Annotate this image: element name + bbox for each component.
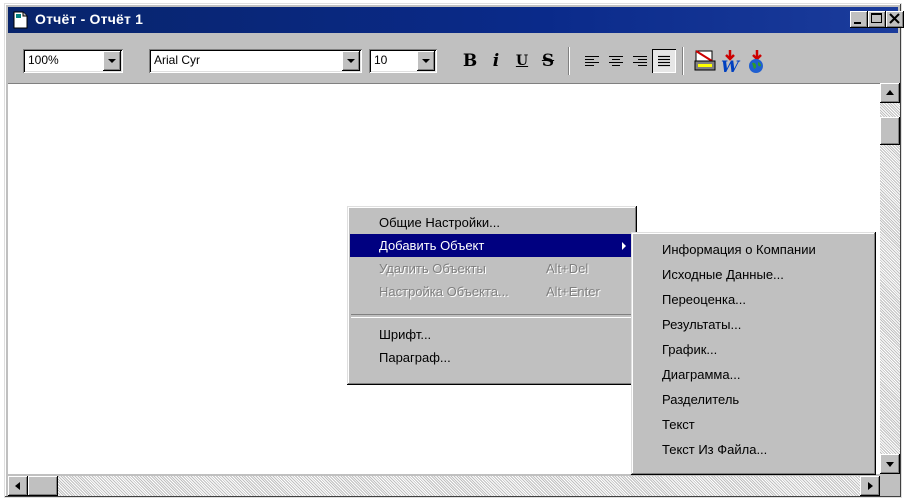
menu-item-label: Настройка Объекта... [379, 284, 509, 299]
menu-item-label: Добавить Объект [379, 238, 485, 253]
maximize-icon [871, 13, 882, 23]
menu-item-label: Шрифт... [379, 327, 432, 342]
align-left-button[interactable] [580, 49, 604, 73]
submenu-item-label: Текст Из Файла... [662, 442, 768, 457]
scroll-right-arrow-icon[interactable] [860, 476, 880, 496]
submenu-item-company-info[interactable]: Информация о Компании [634, 238, 873, 262]
submenu-item-label: График... [662, 342, 718, 357]
align-right-button[interactable] [628, 49, 652, 73]
bold-button[interactable]: B [457, 49, 483, 73]
add-object-submenu: Информация о Компании Исходные Данные...… [631, 232, 876, 475]
document-icon [13, 11, 28, 29]
maximize-button[interactable] [868, 11, 886, 28]
word-export-icon: W [721, 50, 741, 76]
submenu-arrow-icon [622, 242, 626, 250]
scroll-up-arrow-icon[interactable] [880, 83, 900, 103]
submenu-item-separator[interactable]: Разделитель [634, 388, 873, 412]
window-title: Отчёт - Отчёт 1 [35, 11, 144, 27]
zoom-combo[interactable]: 100% [23, 49, 123, 73]
zoom-value: 100% [28, 53, 59, 67]
export-web-button[interactable] [744, 49, 768, 73]
font-size-value: 10 [374, 53, 388, 67]
font-name-combo[interactable]: Arial Cyr [149, 49, 362, 73]
minimize-icon [854, 22, 861, 24]
close-button[interactable] [886, 11, 904, 28]
chevron-down-icon[interactable] [103, 51, 121, 71]
horizontal-scroll-thumb[interactable] [28, 476, 58, 496]
submenu-item-revaluation[interactable]: Переоценка... [634, 288, 873, 312]
menu-item-label: Общие Настройки... [379, 215, 500, 230]
align-center-button[interactable] [604, 49, 628, 73]
vertical-scroll-thumb[interactable] [880, 117, 900, 145]
title-bar[interactable]: Отчёт - Отчёт 1 [8, 7, 904, 33]
submenu-item-label: Разделитель [662, 392, 740, 407]
formatting-toolbar: 100% Arial Cyr 10 B i U S W [8, 35, 898, 81]
submenu-item-label: Результаты... [662, 317, 742, 332]
align-justify-button[interactable] [652, 49, 676, 73]
submenu-item-source-data[interactable]: Исходные Данные... [634, 263, 873, 287]
align-right-icon [633, 56, 647, 66]
submenu-item-label: Текст [662, 417, 695, 432]
minimize-button[interactable] [850, 11, 868, 28]
menu-item-shortcut: Alt+Enter [546, 284, 600, 299]
vertical-scrollbar[interactable] [880, 83, 900, 474]
horizontal-scrollbar[interactable] [8, 476, 880, 496]
chevron-down-icon[interactable] [342, 51, 360, 71]
submenu-item-text[interactable]: Текст [634, 413, 873, 437]
submenu-item-label: Информация о Компании [662, 242, 816, 257]
menu-item-label: Параграф... [379, 350, 451, 365]
menu-item-label: Удалить Объекты [379, 261, 486, 276]
submenu-item-results[interactable]: Результаты... [634, 313, 873, 337]
toolbar-separator [682, 47, 684, 75]
submenu-item-label: Переоценка... [662, 292, 747, 307]
submenu-item-text-from-file[interactable]: Текст Из Файла... [634, 438, 873, 462]
context-menu: Общие Настройки... Добавить Объект Удали… [347, 206, 637, 385]
align-left-icon [585, 56, 599, 66]
font-name-value: Arial Cyr [154, 53, 201, 67]
print-icon [694, 50, 716, 71]
close-icon [889, 13, 900, 24]
font-size-combo[interactable]: 10 [369, 49, 437, 73]
submenu-item-graph[interactable]: График... [634, 338, 873, 362]
export-word-button[interactable]: W [718, 49, 742, 76]
submenu-item-label: Исходные Данные... [662, 267, 784, 282]
scroll-left-arrow-icon[interactable] [8, 476, 28, 496]
menu-item-add-object[interactable]: Добавить Объект [350, 234, 634, 257]
submenu-item-diagram[interactable]: Диаграмма... [634, 363, 873, 387]
submenu-item-label: Диаграмма... [662, 367, 741, 382]
print-report-button[interactable] [692, 49, 716, 73]
globe-export-icon [749, 50, 763, 73]
scroll-down-arrow-icon[interactable] [880, 454, 900, 474]
toolbar-separator [568, 47, 570, 75]
italic-button[interactable]: i [483, 49, 509, 73]
menu-item-object-settings: Настройка Объекта... Alt+Enter [350, 280, 634, 303]
strikethrough-button[interactable]: S [535, 49, 561, 73]
chevron-down-icon[interactable] [417, 51, 435, 71]
menu-item-shortcut: Alt+Del [546, 261, 589, 276]
menu-separator [351, 314, 633, 318]
menu-item-paragraph[interactable]: Параграф... [350, 346, 634, 369]
menu-item-delete-objects: Удалить Объекты Alt+Del [350, 257, 634, 280]
scrollbar-corner [880, 476, 900, 496]
svg-text:W: W [721, 57, 741, 75]
menu-item-font[interactable]: Шрифт... [350, 323, 634, 346]
underline-button[interactable]: U [509, 49, 535, 73]
align-center-icon [609, 56, 623, 66]
menu-item-general-settings[interactable]: Общие Настройки... [350, 211, 634, 234]
align-justify-icon [658, 55, 670, 67]
